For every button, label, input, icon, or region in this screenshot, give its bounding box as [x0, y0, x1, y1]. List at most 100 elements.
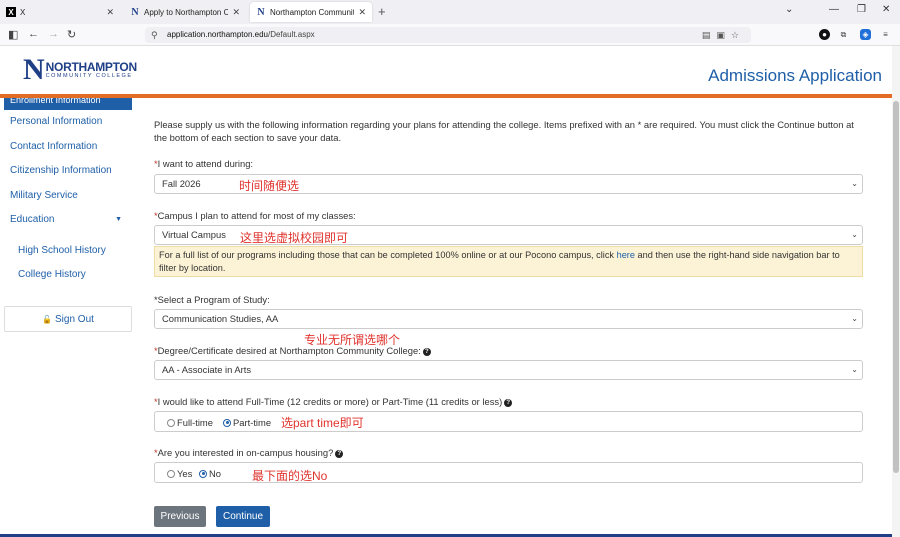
sidebar-item-enrollment-active[interactable]: Enrollment Information: [4, 98, 132, 110]
url-path: /Default.aspx: [267, 30, 315, 39]
minimize-icon[interactable]: —: [829, 4, 839, 15]
x-logo-icon: X: [6, 7, 16, 17]
lock-icon: 🔓: [42, 314, 53, 324]
restore-icon[interactable]: ❐: [857, 4, 866, 15]
browser-tab-bar: X X ✕ N Apply to Northampton Comm ✕ N No…: [0, 0, 900, 24]
yes-label: Yes: [177, 468, 193, 479]
previous-button[interactable]: Previous: [154, 506, 206, 527]
extension-dark-icon[interactable]: ●: [819, 29, 830, 40]
extensions-puzzle-icon[interactable]: ⧉: [838, 29, 849, 40]
tab-apply[interactable]: N Apply to Northampton Comm ✕: [124, 2, 246, 22]
no-label: No: [209, 468, 221, 479]
logo-name: NORTHAMPTON: [45, 60, 137, 74]
chevron-down-icon: ⌄: [851, 365, 858, 374]
tab-northampton-active[interactable]: N Northampton Community Colle ✕: [250, 2, 372, 22]
menu-icon[interactable]: ≡: [880, 29, 891, 40]
continue-button[interactable]: Continue: [216, 506, 270, 527]
sidebar-item-high-school[interactable]: High School History: [4, 239, 132, 264]
program-value: Communication Studies, AA: [162, 313, 279, 324]
attendance-radio-group: Full-time Part-time: [154, 411, 863, 432]
campus-value: Virtual Campus: [162, 229, 226, 240]
sign-out-label: Sign Out: [55, 313, 94, 325]
annotation-campus: 这里选虚拟校园即可: [240, 231, 349, 245]
forward-icon[interactable]: →: [48, 28, 59, 40]
caret-down-icon: ▼: [115, 216, 122, 223]
sidebar-toggle-icon[interactable]: ◧: [8, 28, 18, 41]
help-icon[interactable]: ?: [422, 347, 431, 356]
ncc-logo-icon: N: [131, 6, 139, 18]
programs-here-link[interactable]: here: [617, 250, 635, 260]
ncc-logo[interactable]: N NORTHAMPTON COMMUNITY COLLEGE: [23, 53, 137, 86]
time-label: *I would like to attend Full-Time (12 cr…: [154, 396, 513, 407]
sidebar-item-contact[interactable]: Contact Information: [4, 135, 132, 160]
screenshot-icon[interactable]: ▣: [716, 30, 731, 40]
degree-value: AA - Associate in Arts: [162, 364, 252, 375]
close-icon[interactable]: ✕: [358, 7, 366, 18]
degree-label: *Degree/Certificate desired at Northampt…: [154, 345, 431, 356]
scrollbar[interactable]: [892, 46, 900, 537]
tab-title: Apply to Northampton Comm: [144, 7, 229, 17]
logo-n: N: [23, 53, 45, 86]
sidebar-item-education[interactable]: Education ▼: [4, 208, 132, 233]
annotation-time: 选part time即可: [281, 416, 364, 430]
reload-icon[interactable]: ↻: [67, 28, 76, 41]
site-header: N NORTHAMPTON COMMUNITY COLLEGE Admissio…: [0, 46, 900, 94]
radio-unchecked-icon: [167, 469, 175, 478]
bookmark-star-icon[interactable]: ☆: [731, 30, 745, 40]
radio-checked-icon: [199, 469, 207, 478]
url-bar[interactable]: ⚲ application.northampton.edu/Default.as…: [145, 27, 751, 43]
sidebar-item-military[interactable]: Military Service: [4, 184, 132, 209]
program-label: *Select a Program of Study:: [154, 294, 270, 305]
program-select[interactable]: Communication Studies, AA ⌄: [154, 309, 863, 329]
url-host: application.northampton.edu: [167, 30, 268, 39]
tab-title: X: [20, 7, 26, 17]
tab-title: Northampton Community Colle: [270, 7, 354, 17]
close-icon[interactable]: ✕: [232, 7, 240, 18]
full-time-radio[interactable]: Full-time: [167, 417, 213, 428]
programs-info-box: For a full list of our programs includin…: [154, 246, 863, 277]
sidebar-item-citizenship[interactable]: Citizenship Information: [4, 159, 132, 184]
ncc-logo-icon: N: [257, 6, 265, 18]
intro-text: Please supply us with the following info…: [154, 119, 854, 143]
full-time-label: Full-time: [177, 417, 213, 428]
radio-checked-icon: [223, 418, 231, 427]
radio-unchecked-icon: [167, 418, 175, 427]
logo-subtitle: COMMUNITY COLLEGE: [45, 73, 133, 79]
housing-label: *Are you interested in on-campus housing…: [154, 447, 344, 458]
scrollbar-thumb[interactable]: [893, 101, 899, 473]
sidebar: Enrollment Information Personal Informat…: [4, 98, 132, 288]
help-icon[interactable]: ?: [335, 449, 344, 458]
sidebar-item-label: Education: [10, 214, 55, 225]
extension-blue-icon[interactable]: ◈: [860, 29, 871, 40]
housing-yes-radio[interactable]: Yes: [167, 468, 192, 479]
tab-list-chevron-icon[interactable]: ⌄: [785, 4, 793, 15]
part-time-label: Part-time: [233, 417, 272, 428]
sidebar-item-college[interactable]: College History: [4, 263, 132, 288]
annotation-housing: 最下面的选No: [252, 469, 328, 483]
browser-nav-bar: ◧ ← → ↻ ⚲ application.northampton.edu/De…: [0, 24, 900, 46]
new-tab-button[interactable]: +: [378, 4, 386, 19]
close-window-icon[interactable]: ✕: [882, 4, 890, 15]
back-icon[interactable]: ←: [28, 28, 39, 40]
chevron-down-icon: ⌄: [851, 179, 858, 188]
sidebar-item-personal[interactable]: Personal Information: [4, 110, 132, 135]
chevron-down-icon: ⌄: [851, 230, 858, 239]
attend-label: *I want to attend during:: [154, 158, 254, 169]
campus-label: *Campus I plan to attend for most of my …: [154, 210, 356, 221]
attend-term-value: Fall 2026: [162, 178, 201, 189]
info-text: For a full list of our programs includin…: [159, 250, 617, 260]
site-info-icon[interactable]: ⚲: [151, 27, 158, 43]
close-icon[interactable]: ✕: [106, 7, 114, 18]
sign-out-button[interactable]: 🔓 Sign Out: [4, 306, 132, 332]
annotation-attend: 时间随便选: [239, 179, 300, 193]
help-icon[interactable]: ?: [504, 398, 513, 407]
part-time-radio[interactable]: Part-time: [223, 417, 271, 428]
page-title: Admissions Application: [708, 66, 882, 85]
url-actions: ▤▣☆: [702, 27, 745, 43]
chevron-down-icon: ⌄: [851, 314, 858, 323]
housing-no-radio[interactable]: No: [199, 468, 221, 479]
reader-view-icon[interactable]: ▤: [702, 30, 717, 40]
header-divider: [0, 94, 892, 98]
tab-x[interactable]: X X ✕: [0, 2, 120, 22]
degree-select[interactable]: AA - Associate in Arts ⌄: [154, 360, 863, 380]
